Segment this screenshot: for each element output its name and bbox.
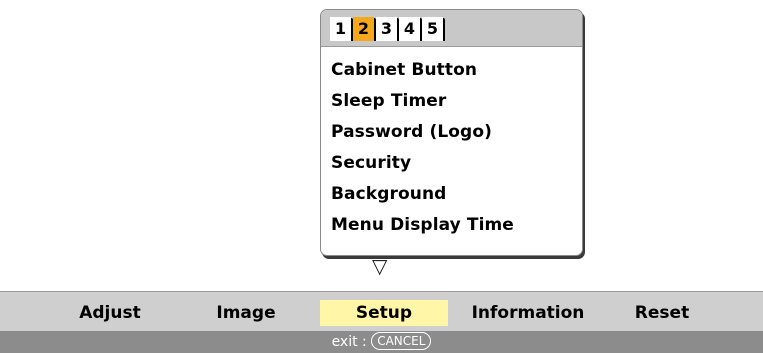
menu-item-sleep-timer[interactable]: Sleep Timer xyxy=(331,86,514,117)
main-menu-bar: Adjust Image Setup Information Reset xyxy=(0,291,763,332)
cancel-key-badge[interactable]: CANCEL xyxy=(371,332,432,350)
tab-page-2[interactable]: 2 xyxy=(353,17,376,41)
setup-submenu-panel: 1 2 3 4 5 Cabinet Button Sleep Timer Pas… xyxy=(320,9,583,256)
menu-tab-reset[interactable]: Reset xyxy=(612,300,712,326)
page-tab-bar: 1 2 3 4 5 xyxy=(321,10,582,47)
menu-tab-information[interactable]: Information xyxy=(458,300,598,326)
menu-tab-setup[interactable]: Setup xyxy=(320,300,448,326)
exit-hint-bar: exit : CANCEL xyxy=(0,331,763,353)
menu-tab-image[interactable]: Image xyxy=(196,300,296,326)
submenu-list: Cabinet Button Sleep Timer Password (Log… xyxy=(331,55,514,241)
tab-page-5[interactable]: 5 xyxy=(422,17,445,41)
tab-page-1[interactable]: 1 xyxy=(330,17,353,41)
menu-item-background[interactable]: Background xyxy=(331,179,514,210)
menu-item-menu-display-time[interactable]: Menu Display Time xyxy=(331,210,514,241)
menu-item-security[interactable]: Security xyxy=(331,148,514,179)
down-triangle-icon: ▽ xyxy=(372,254,388,278)
tab-page-3[interactable]: 3 xyxy=(376,17,399,41)
exit-label: exit : xyxy=(331,334,372,350)
menu-item-cabinet-button[interactable]: Cabinet Button xyxy=(331,55,514,86)
menu-tab-adjust[interactable]: Adjust xyxy=(60,300,160,326)
tab-page-4[interactable]: 4 xyxy=(399,17,422,41)
menu-item-password-logo[interactable]: Password (Logo) xyxy=(331,117,514,148)
